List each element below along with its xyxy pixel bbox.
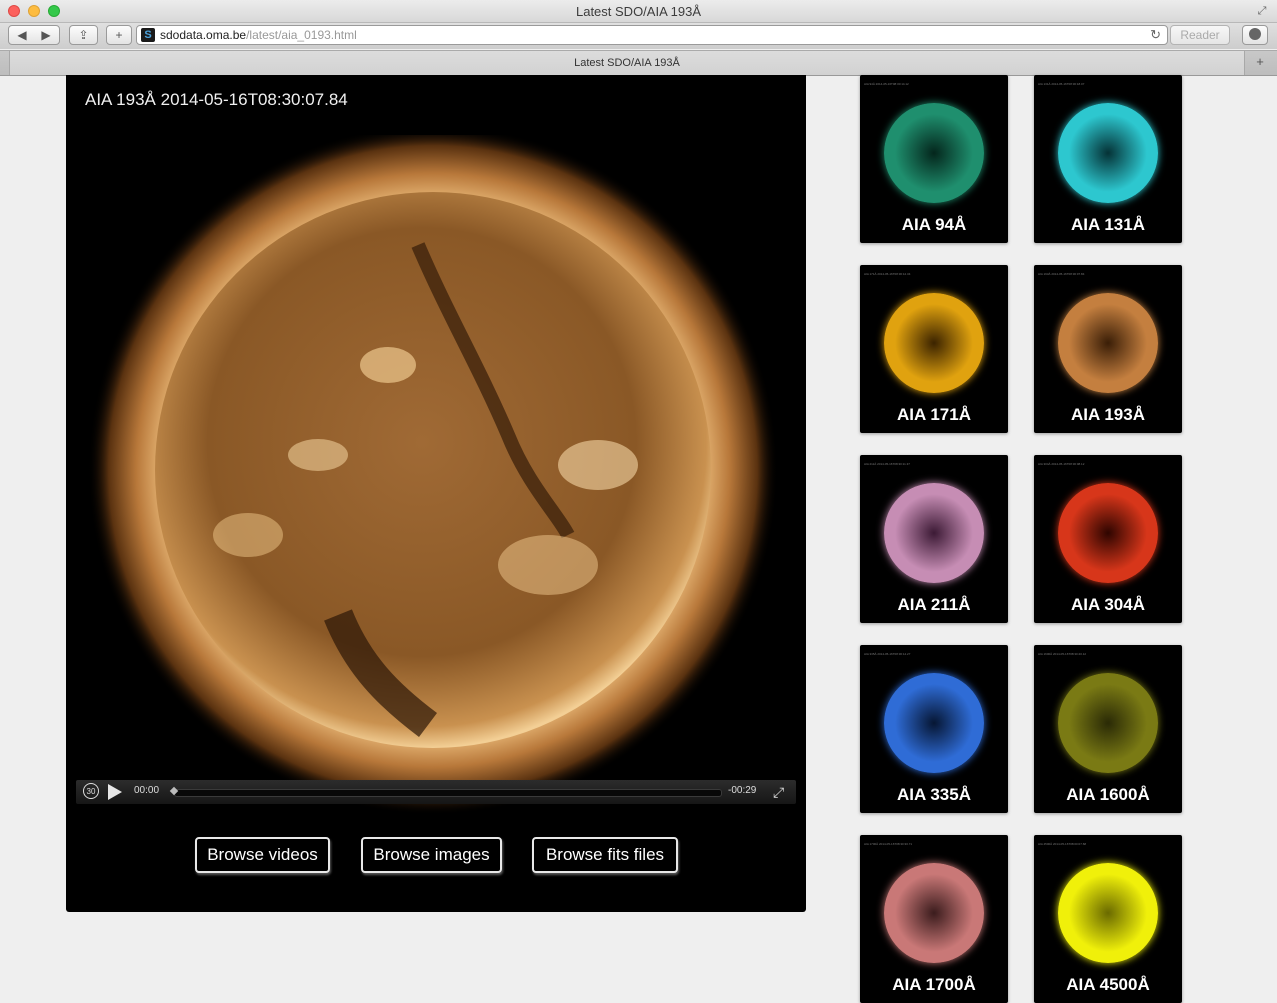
- thumbnail-label: AIA 335Å: [896, 785, 971, 804]
- thumbnail-aia-335[interactable]: AIA 335Å 2014-05-16T08:30:14.27 AIA 335Å: [860, 645, 1008, 813]
- player-title: AIA 193Å 2014-05-16T08:30:07.84: [85, 90, 348, 109]
- thumbnail-label: AIA 1700Å: [892, 975, 976, 994]
- thumbnail-aia-193[interactable]: AIA 193Å 2014-05-16T08:30:07.84 AIA 193Å: [1034, 265, 1182, 433]
- fullscreen-icon[interactable]: ⤢: [1255, 4, 1269, 18]
- progress-track[interactable]: [174, 789, 722, 797]
- plus-icon: +: [115, 28, 123, 42]
- thumbnail-label: AIA 211Å: [897, 595, 971, 614]
- thumbnail-caption: AIA 4500Å 2014-05-16T08:00:07.68: [1038, 842, 1087, 846]
- thumbnail-aia-1600[interactable]: AIA 1600Å 2014-05-16T08:30:40.12 AIA 1600…: [1034, 645, 1182, 813]
- address-bar[interactable]: S sdodata.oma.be/latest/aia_0193.html ↻: [136, 25, 1168, 45]
- sun-thumbnail-image: [884, 483, 984, 583]
- thumbnail-label: AIA 4500Å: [1066, 975, 1150, 994]
- site-favicon-icon: S: [141, 28, 155, 42]
- sun-thumbnail-image: [884, 673, 984, 773]
- thumbnail-caption: AIA 131Å 2014-05-16T08:30:18.07: [1038, 82, 1085, 86]
- fullscreen-video-icon[interactable]: ⤢: [773, 784, 784, 800]
- thumbnail-caption: AIA 94Å 2014-05-16T08:30:14.12: [864, 82, 909, 86]
- add-bookmark-button[interactable]: +: [106, 25, 132, 45]
- back-arrow-icon[interactable]: ◀: [10, 26, 34, 44]
- window-titlebar: Latest SDO/AIA 193Å ⤢: [0, 0, 1277, 23]
- thumbnail-aia-1700[interactable]: AIA 1700Å 2014-05-16T08:30:30.71 AIA 1700…: [860, 835, 1008, 1003]
- thumbnail-aia-4500[interactable]: AIA 4500Å 2014-05-16T08:00:07.68 AIA 4500…: [1034, 835, 1182, 1003]
- url-text[interactable]: sdodata.oma.be/latest/aia_0193.html: [160, 28, 357, 42]
- sun-thumbnail-image: [884, 103, 984, 203]
- sun-thumbnail-image: [1058, 103, 1158, 203]
- sun-thumbnail-image: [1058, 863, 1158, 963]
- tab-active[interactable]: Latest SDO/AIA 193Å: [9, 51, 1245, 75]
- thumbnail-caption: AIA 1600Å 2014-05-16T08:30:40.12: [1038, 652, 1087, 656]
- download-icon: [1249, 28, 1261, 40]
- thumbnail-caption: AIA 211Å 2014-05-16T08:30:11.37: [864, 462, 910, 466]
- thumbnail-aia-211[interactable]: AIA 211Å 2014-05-16T08:30:11.37 AIA 211Å: [860, 455, 1008, 623]
- thumbnail-label: AIA 131Å: [1070, 215, 1145, 234]
- new-tab-button[interactable]: +: [1249, 53, 1271, 71]
- sun-thumbnail-image: [884, 863, 984, 963]
- forward-arrow-icon[interactable]: ▶: [34, 26, 58, 44]
- remaining-time: -00:29: [728, 785, 757, 796]
- thumbnail-caption: AIA 171Å 2014-05-16T08:30:12.34: [864, 272, 911, 276]
- thumbnail-caption: AIA 304Å 2014-05-16T08:30:08.12: [1038, 462, 1085, 466]
- share-icon: ⇪: [78, 28, 89, 42]
- downloads-button[interactable]: [1242, 25, 1268, 45]
- browse-videos-button[interactable]: Browse videos: [195, 837, 330, 873]
- skip-back-30-icon[interactable]: 30: [83, 783, 99, 799]
- play-icon[interactable]: [108, 784, 122, 800]
- sun-thumbnail-image: [1058, 483, 1158, 583]
- url-host: sdodata.oma.be: [160, 28, 247, 42]
- thumbnail-aia-94[interactable]: AIA 94Å 2014-05-16T08:30:14.12 AIA 94Å: [860, 75, 1008, 243]
- thumbnail-label: AIA 304Å: [1070, 595, 1145, 614]
- browse-images-button[interactable]: Browse images: [361, 837, 502, 873]
- browser-toolbar: ◀ ▶ ⇪ + S sdodata.oma.be/latest/aia_0193.…: [0, 23, 1277, 49]
- thumbnail-aia-304[interactable]: AIA 304Å 2014-05-16T08:30:08.12 AIA 304Å: [1034, 455, 1182, 623]
- reload-icon[interactable]: ↻: [1150, 27, 1161, 43]
- video-controls: 30 00:00 -00:29 ⤢: [76, 780, 796, 804]
- share-button[interactable]: ⇪: [69, 25, 98, 45]
- tab-bar: Latest SDO/AIA 193Å +: [0, 50, 1277, 76]
- thumbnail-caption: AIA 335Å 2014-05-16T08:30:14.27: [864, 652, 911, 656]
- url-path: /latest/aia_0193.html: [246, 28, 357, 42]
- thumbnail-caption: AIA 1700Å 2014-05-16T08:30:30.71: [864, 842, 913, 846]
- thumbnail-label: AIA 171Å: [896, 405, 971, 424]
- thumbnail-label: AIA 1600Å: [1066, 785, 1150, 804]
- back-forward-buttons: ◀ ▶: [8, 25, 60, 45]
- thumbnail-label: AIA 193Å: [1070, 405, 1145, 424]
- reader-button[interactable]: Reader: [1170, 25, 1230, 45]
- video-player-panel: AIA 193Å 2014-05-16T08:30:07.84 30 00:00…: [66, 75, 806, 912]
- thumbnail-label: AIA 94Å: [901, 215, 967, 234]
- current-time: 00:00: [134, 785, 160, 796]
- sun-thumbnail-image: [884, 293, 984, 393]
- sun-image: [88, 135, 778, 815]
- window-title: Latest SDO/AIA 193Å: [575, 4, 702, 19]
- thumbnail-aia-131[interactable]: AIA 131Å 2014-05-16T08:30:18.07 AIA 131Å: [1034, 75, 1182, 243]
- sun-thumbnail-image: [1058, 673, 1158, 773]
- browse-fits-button[interactable]: Browse fits files: [532, 837, 678, 873]
- thumbnail-caption: AIA 193Å 2014-05-16T08:30:07.84: [1038, 272, 1085, 276]
- thumbnail-aia-171[interactable]: AIA 171Å 2014-05-16T08:30:12.34 AIA 171Å: [860, 265, 1008, 433]
- sun-thumbnail-image: [1058, 293, 1158, 393]
